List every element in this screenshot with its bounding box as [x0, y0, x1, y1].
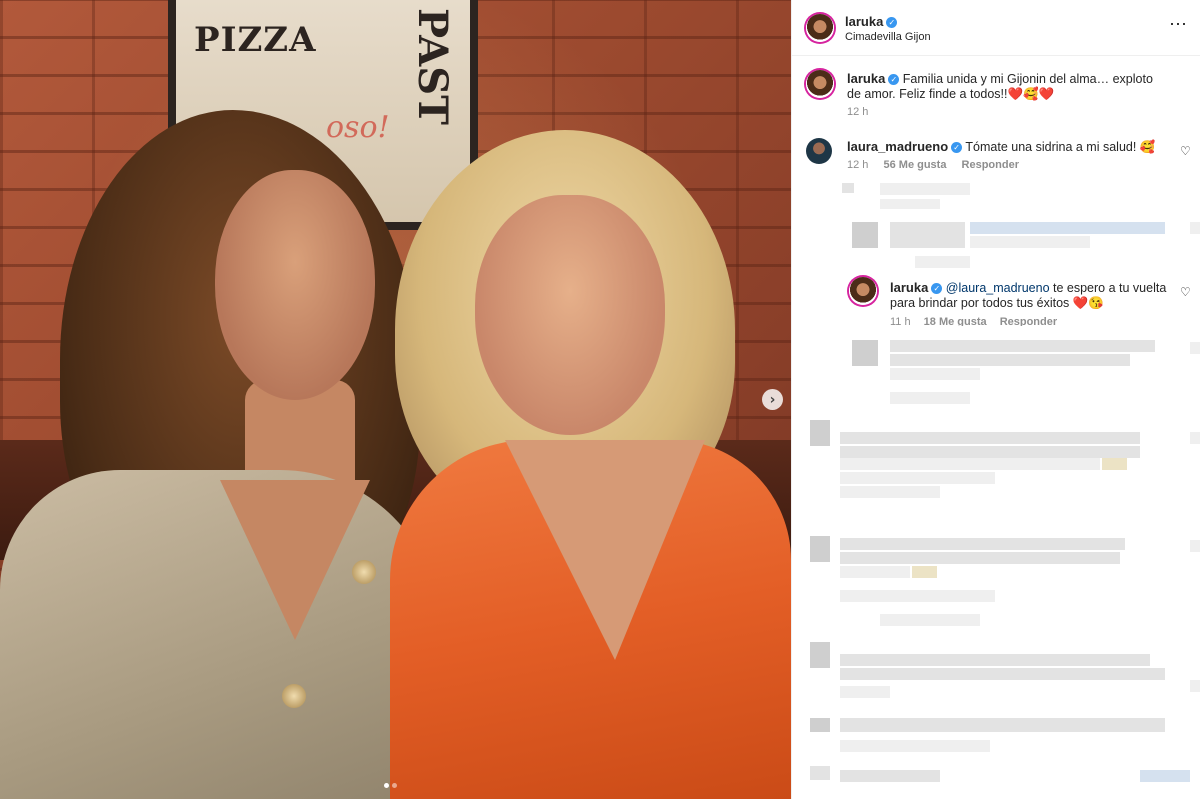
blurred-content: [810, 536, 830, 562]
like-heart-icon[interactable]: ♡: [1180, 286, 1192, 298]
more-options-icon[interactable]: ⋯: [1169, 14, 1187, 35]
comment-timestamp[interactable]: 12 h: [847, 159, 868, 171]
blurred-content: [840, 668, 1165, 680]
blurred-content: [1190, 342, 1200, 354]
poster-text-script: oso!: [326, 110, 390, 145]
blurred-content: [970, 236, 1090, 248]
blurred-content: [970, 222, 1165, 234]
avatar[interactable]: [806, 14, 834, 42]
blurred-content: [840, 770, 940, 782]
blurred-content: [1190, 222, 1200, 234]
verified-icon: ✓: [951, 142, 963, 153]
blurred-content: [840, 458, 1100, 470]
blurred-content: [880, 614, 980, 626]
comment-username[interactable]: laura_madrueno: [847, 139, 948, 154]
reply-avatar[interactable]: [849, 277, 877, 305]
blurred-content: [852, 340, 878, 366]
person-right-face: [475, 195, 665, 435]
location-link[interactable]: Cimadevilla Gijon: [845, 31, 931, 43]
blurred-content: [810, 766, 830, 780]
carousel-dot-active: [384, 783, 389, 788]
cardigan-button: [282, 684, 306, 708]
blurred-content: [840, 718, 1165, 732]
blurred-content: [890, 392, 970, 404]
cardigan-button: [352, 560, 376, 584]
blurred-content: [912, 566, 937, 578]
blurred-content: [840, 686, 890, 698]
blurred-content: [1190, 540, 1200, 552]
next-photo-button[interactable]: ›: [762, 389, 783, 410]
blurred-content: [852, 222, 878, 248]
blurred-content: [890, 368, 980, 380]
blurred-content: [915, 256, 970, 268]
verified-icon: ✓: [886, 17, 898, 28]
blurred-content: [880, 183, 970, 195]
blurred-content: [840, 446, 1140, 458]
blurred-content: [890, 340, 1155, 352]
carousel-dots: [384, 783, 397, 788]
comment-likes[interactable]: 56 Me gusta: [883, 159, 946, 171]
person-left-face: [215, 170, 375, 400]
blurred-content: [842, 183, 854, 193]
blurred-content: [880, 199, 940, 209]
verified-icon: ✓: [931, 283, 943, 294]
caption-timestamp[interactable]: 12 h: [847, 106, 868, 118]
header-username-row: laruka ✓: [845, 13, 898, 31]
comment-text: Tómate una sidrina a mi salud! 🥰: [965, 140, 1156, 154]
reply-mention[interactable]: @laura_madrueno: [946, 281, 1050, 295]
blurred-content: [840, 486, 940, 498]
blurred-content: [810, 642, 830, 668]
header-username[interactable]: laruka: [845, 14, 883, 29]
caption: laruka ✓ Familia unida y mi Gijonin del a…: [847, 71, 1167, 102]
blurred-content: [840, 432, 1140, 444]
caption-avatar[interactable]: [806, 70, 834, 98]
poster-text-right: PAST: [409, 8, 456, 125]
post-header: laruka ✓ Cimadevilla Gijon ⋯: [792, 0, 1200, 56]
blurred-content: [1190, 432, 1200, 444]
comments-panel: laruka ✓ Cimadevilla Gijon ⋯ laruka ✓ Fami…: [791, 0, 1200, 799]
comment: laura_madrueno ✓ Tómate una sidrina a mi …: [847, 139, 1167, 155]
blurred-content: [1102, 458, 1127, 470]
reply-timestamp[interactable]: 11 h: [890, 316, 911, 326]
caption-username[interactable]: laruka: [847, 71, 885, 86]
reply-comment: laruka ✓ @laura_madrueno te espero a tu v…: [890, 280, 1170, 311]
verified-icon: ✓: [888, 74, 900, 85]
blurred-content: [840, 538, 1125, 550]
blurred-content: [840, 740, 990, 752]
reply-meta: 11 h 18 Me gusta Responder: [890, 316, 1067, 326]
like-heart-icon[interactable]: ♡: [1180, 145, 1192, 157]
person-left-cardigan: [0, 470, 440, 799]
blurred-content: [840, 566, 910, 578]
comment-avatar[interactable]: [806, 138, 832, 164]
blurred-content: [890, 354, 1130, 366]
comment-reply-button[interactable]: Responder: [962, 159, 1019, 171]
blurred-content: [1140, 770, 1190, 782]
post-photo[interactable]: PIZZA oso! PAST ›: [0, 0, 791, 799]
blurred-content: [840, 472, 995, 484]
carousel-dot: [392, 783, 397, 788]
reply-likes[interactable]: 18 Me gusta: [924, 316, 987, 326]
comment-meta: 12 h 56 Me gusta Responder: [847, 159, 1031, 171]
blurred-content: [840, 590, 995, 602]
blurred-content: [840, 654, 1150, 666]
blurred-content: [810, 420, 830, 446]
blurred-content: [1190, 680, 1200, 692]
blurred-content: [890, 222, 965, 248]
reply-username[interactable]: laruka: [890, 280, 928, 295]
blurred-content: [810, 718, 830, 732]
blurred-content: [840, 552, 1120, 564]
reply-reply-button[interactable]: Responder: [1000, 316, 1057, 326]
poster-text-left: PIZZA: [194, 20, 317, 60]
